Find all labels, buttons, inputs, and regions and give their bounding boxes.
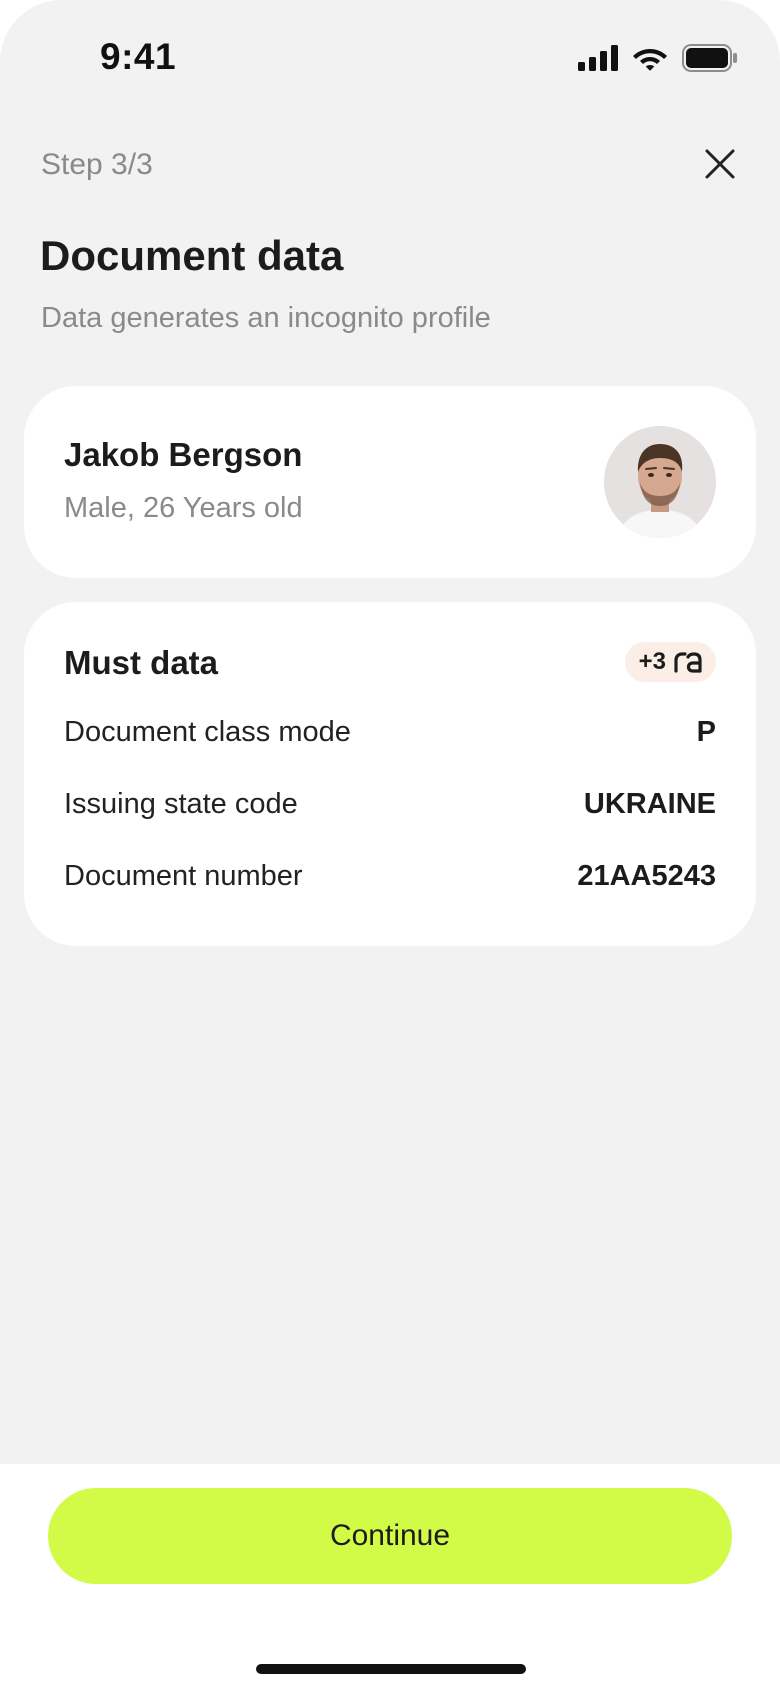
close-icon (705, 149, 735, 179)
signal-icon (578, 45, 618, 71)
reward-count: +3 (638, 648, 666, 675)
must-data-title: Must data (64, 644, 219, 681)
profile-name: Jakob Bergson (64, 436, 303, 473)
data-label: Document number (64, 859, 303, 892)
status-time: 9:41 (100, 36, 177, 77)
status-bar: 9:41 (0, 0, 780, 116)
ra-logo-icon (674, 652, 702, 673)
wifi-icon (633, 49, 667, 71)
battery-icon (682, 44, 737, 72)
avatar-photo (604, 426, 716, 538)
bottom-action-area: Continue (0, 1464, 780, 1688)
data-row-document-class: Document class mode P (64, 712, 716, 752)
page-subtitle: Data generates an incognito profile (41, 302, 491, 334)
profile-card: Jakob Bergson Male, 26 Years old (24, 386, 756, 578)
data-label: Document class mode (64, 715, 351, 748)
status-icons (578, 44, 738, 72)
data-label: Issuing state code (64, 787, 298, 820)
page-title: Document data (40, 232, 344, 279)
data-row-document-number: Document number 21AA5243 (64, 856, 716, 896)
data-value: 21AA5243 (577, 859, 716, 892)
step-indicator: Step 3/3 (41, 148, 153, 181)
profile-meta: Male, 26 Years old (64, 492, 303, 524)
reward-badge: +3 (624, 642, 716, 682)
avatar (604, 426, 716, 538)
continue-button[interactable]: Continue (48, 1488, 732, 1584)
data-row-issuing-state: Issuing state code UKRAINE (64, 784, 716, 824)
phone-screen: 9:41 Step 3/3 Document data Data generat… (0, 0, 780, 1688)
must-data-card: Must data +3 Document class mode P Issui… (24, 602, 756, 946)
data-value: UKRAINE (583, 787, 716, 820)
home-indicator (256, 1664, 526, 1674)
data-value: P (696, 715, 716, 748)
close-button[interactable] (698, 142, 742, 186)
